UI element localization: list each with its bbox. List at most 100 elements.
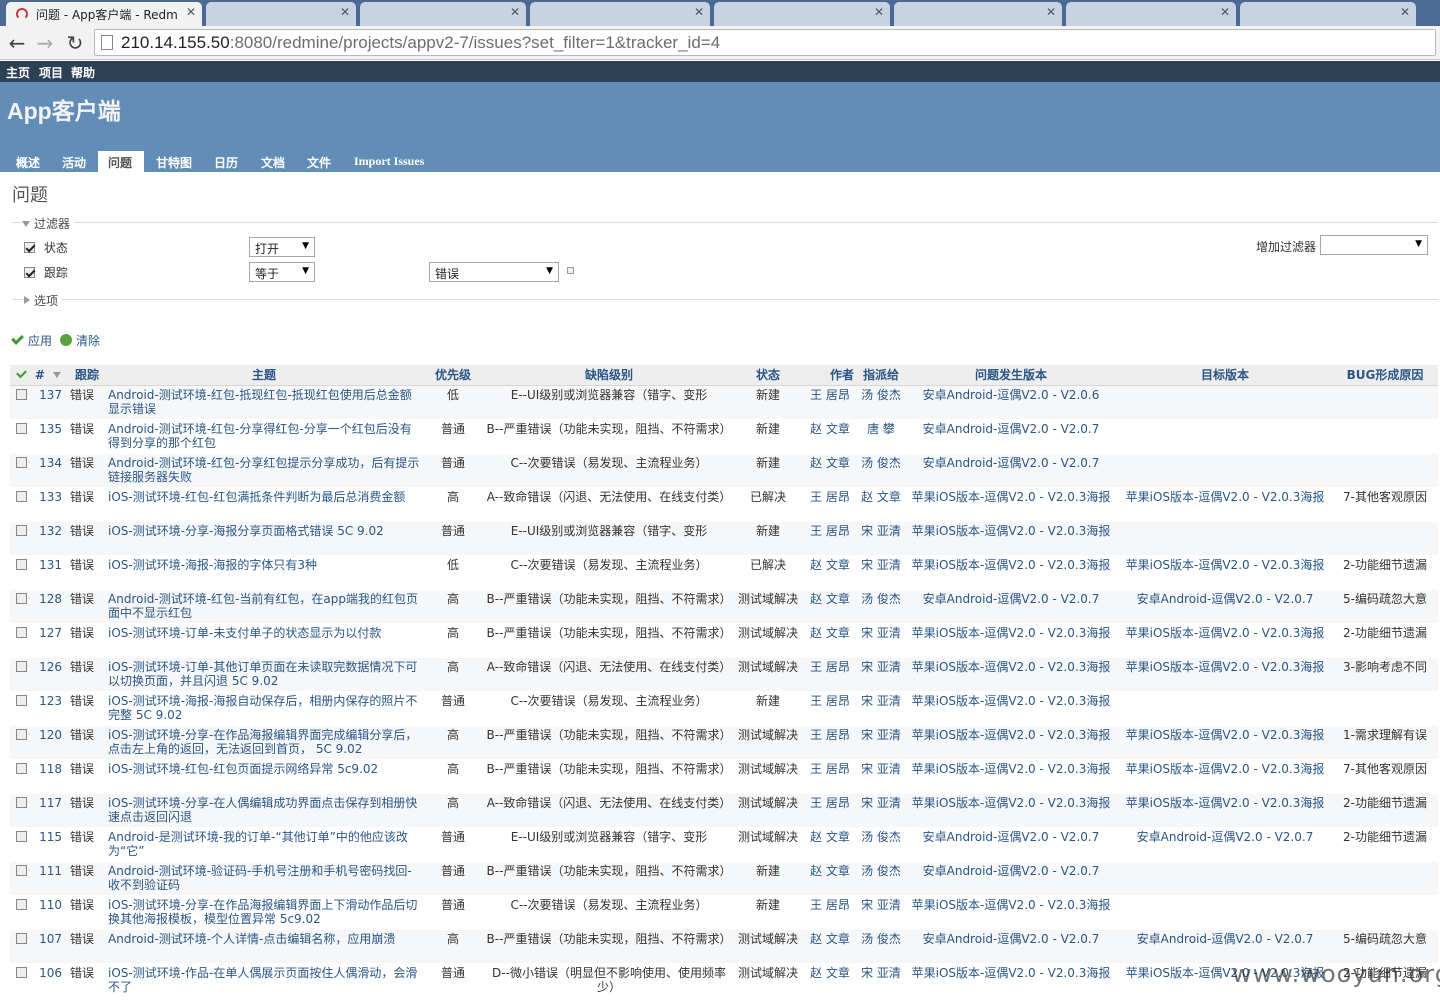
column-header-author[interactable]: 作者: [802, 365, 858, 386]
column-header-severity[interactable]: 缺陷级别: [484, 365, 734, 386]
issue-id-link[interactable]: 117: [32, 793, 68, 828]
table-row[interactable]: 132 错误 iOS-测试环境-分享-海报分享页面格式错误 5C 9.02 普通 E--…: [10, 521, 1438, 556]
issue-author-link[interactable]: 王 居昂: [802, 895, 858, 930]
issue-id-link[interactable]: 106: [32, 963, 68, 998]
issue-found-version-link[interactable]: 苹果iOS版本-逗偶V2.0 - V2.0.3海报: [904, 793, 1118, 828]
row-checkbox[interactable]: [10, 759, 32, 794]
issue-target-version-link[interactable]: [1118, 453, 1332, 488]
row-checkbox[interactable]: [10, 521, 32, 556]
issue-subject-link[interactable]: Android-测试环境-个人详情-点击编辑名称，应用崩溃: [106, 929, 422, 964]
issue-assignee-link[interactable]: 汤 俊杰: [858, 385, 904, 420]
row-checkbox[interactable]: [10, 385, 32, 420]
issue-subject-link[interactable]: iOS-测试环境-海报-海报自动保存后，相册内保存的照片不完整 5C 9.02: [106, 691, 422, 726]
issue-assignee-link[interactable]: 宋 亚清: [858, 963, 904, 998]
close-icon[interactable]: ✕: [1220, 5, 1230, 19]
table-row[interactable]: 134 错误 Android-测试环境-红包-分享红包提示分享成功，后有提示链接服务…: [10, 453, 1438, 488]
close-icon[interactable]: ✕: [874, 5, 884, 19]
close-icon[interactable]: ✕: [1046, 5, 1056, 19]
filter-tracker-checkbox[interactable]: [24, 267, 35, 278]
back-arrow-icon[interactable]: ←: [4, 30, 30, 56]
row-checkbox[interactable]: [10, 657, 32, 692]
table-row[interactable]: 128 错误 Android-测试环境-红包-当前有红包，在app端我的红包页面中不…: [10, 589, 1438, 624]
issue-found-version-link[interactable]: 安卓Android-逗偶V2.0 - V2.0.7: [904, 453, 1118, 488]
issue-target-version-link[interactable]: 苹果iOS版本-逗偶V2.0 - V2.0.3海报: [1118, 555, 1332, 590]
issue-target-version-link[interactable]: 安卓Android-逗偶V2.0 - V2.0.7: [1118, 589, 1332, 624]
issue-checkbox[interactable]: [15, 490, 27, 502]
close-icon[interactable]: ✕: [694, 5, 704, 19]
options-legend[interactable]: 选项: [24, 292, 63, 309]
issue-author-link[interactable]: 王 居昂: [802, 793, 858, 828]
top-menu-help[interactable]: 帮助: [71, 64, 95, 81]
row-checkbox[interactable]: [10, 419, 32, 454]
table-row[interactable]: 115 错误 Android-是测试环境-我的订单-“其他订单”中的他应该改为“它”…: [10, 827, 1438, 862]
table-row[interactable]: 133 错误 iOS-测试环境-红包-红包满抵条件判断为最后总消费金额高 A--致命错…: [10, 487, 1438, 522]
toggle-all-checkbox[interactable]: [10, 365, 32, 386]
issue-id-link[interactable]: 126: [32, 657, 68, 692]
issue-author-link[interactable]: 赵 文章: [802, 963, 858, 998]
issue-id-link[interactable]: 120: [32, 725, 68, 760]
tab-gantt[interactable]: 甘特图: [146, 151, 202, 172]
add-filter-select[interactable]: ▼: [1320, 235, 1428, 255]
issue-author-link[interactable]: 赵 文章: [802, 861, 858, 896]
issue-target-version-link[interactable]: 苹果iOS版本-逗偶V2.0 - V2.0.3海报: [1118, 759, 1332, 794]
issue-id-link[interactable]: 115: [32, 827, 68, 862]
issue-assignee-link[interactable]: 汤 俊杰: [858, 929, 904, 964]
issue-assignee-link[interactable]: 汤 俊杰: [858, 861, 904, 896]
table-row[interactable]: 131 错误 iOS-测试环境-海报-海报的字体只有3种低 C--次要错误（易发现、主…: [10, 555, 1438, 590]
top-menu-projects[interactable]: 项目: [39, 64, 63, 81]
table-row[interactable]: 110 错误 iOS-测试环境-分享-在作品海报编辑界面上下滑动作品后切换其他海报模…: [10, 895, 1438, 930]
issue-subject-link[interactable]: Android-测试环境-红包-抵现红包-抵现红包使用后总金额显示错误: [106, 385, 422, 420]
issue-checkbox[interactable]: [15, 592, 27, 604]
issue-assignee-link[interactable]: 宋 亚清: [858, 895, 904, 930]
issue-subject-link[interactable]: iOS-测试环境-作品-在单人偶展示页面按住人偶滑动，会滑不了: [106, 963, 422, 998]
issue-found-version-link[interactable]: 安卓Android-逗偶V2.0 - V2.0.6: [904, 385, 1118, 420]
issue-subject-link[interactable]: iOS-测试环境-红包-红包满抵条件判断为最后总消费金额: [106, 487, 422, 522]
row-checkbox[interactable]: [10, 861, 32, 896]
issue-found-version-link[interactable]: 苹果iOS版本-逗偶V2.0 - V2.0.3海报: [904, 555, 1118, 590]
tab-files[interactable]: 文件: [297, 151, 341, 172]
issue-found-version-link[interactable]: 安卓Android-逗偶V2.0 - V2.0.7: [904, 589, 1118, 624]
issue-checkbox[interactable]: [15, 388, 27, 400]
issue-checkbox[interactable]: [15, 660, 27, 672]
issue-found-version-link[interactable]: 苹果iOS版本-逗偶V2.0 - V2.0.3海报: [904, 895, 1118, 930]
issue-found-version-link[interactable]: 安卓Android-逗偶V2.0 - V2.0.7: [904, 861, 1118, 896]
row-checkbox[interactable]: [10, 589, 32, 624]
table-row[interactable]: 123 错误 iOS-测试环境-海报-海报自动保存后，相册内保存的照片不完整 5C …: [10, 691, 1438, 726]
issue-checkbox[interactable]: [15, 626, 27, 638]
issue-checkbox[interactable]: [15, 932, 27, 944]
issue-assignee-link[interactable]: 宋 亚清: [858, 691, 904, 726]
row-checkbox[interactable]: [10, 453, 32, 488]
issue-subject-link[interactable]: iOS-测试环境-分享-在作品海报编辑界面上下滑动作品后切换其他海报模板，模型位…: [106, 895, 422, 930]
issue-found-version-link[interactable]: 安卓Android-逗偶V2.0 - V2.0.7: [904, 419, 1118, 454]
issue-author-link[interactable]: 王 居昂: [802, 657, 858, 692]
issue-id-link[interactable]: 135: [32, 419, 68, 454]
issue-checkbox[interactable]: [15, 762, 27, 774]
issue-subject-link[interactable]: iOS-测试环境-分享-在人偶编辑成功界面点击保存到相册快速点击返回闪退: [106, 793, 422, 828]
issue-author-link[interactable]: 赵 文章: [802, 827, 858, 862]
forward-arrow-icon[interactable]: →: [32, 30, 58, 56]
issue-author-link[interactable]: 王 居昂: [802, 487, 858, 522]
issue-assignee-link[interactable]: 宋 亚清: [858, 657, 904, 692]
issue-checkbox[interactable]: [15, 898, 27, 910]
row-checkbox[interactable]: [10, 623, 32, 658]
issue-checkbox[interactable]: [15, 694, 27, 706]
column-header-priority[interactable]: 优先级: [422, 365, 484, 386]
browser-tab[interactable]: ✕: [894, 2, 1062, 26]
browser-tab[interactable]: ✕: [206, 2, 356, 26]
reload-icon[interactable]: ↻: [62, 30, 88, 56]
filters-legend[interactable]: 过滤器: [22, 215, 75, 232]
issue-assignee-link[interactable]: 赵 文章: [858, 487, 904, 522]
issue-author-link[interactable]: 赵 文章: [802, 929, 858, 964]
address-bar[interactable]: 210.14.155.50:8080/redmine/projects/appv…: [94, 29, 1436, 56]
issue-target-version-link[interactable]: 安卓Android-逗偶V2.0 - V2.0.7: [1118, 929, 1332, 964]
issue-id-link[interactable]: 133: [32, 487, 68, 522]
status-operator-select[interactable]: 打开 ▼: [249, 237, 315, 257]
issue-target-version-link[interactable]: 苹果iOS版本-逗偶V2.0 - V2.0.3海报: [1118, 657, 1332, 692]
column-header-status[interactable]: 状态: [734, 365, 802, 386]
issue-target-version-link[interactable]: 安卓Android-逗偶V2.0 - V2.0.7: [1118, 827, 1332, 862]
close-icon[interactable]: ✕: [510, 5, 520, 19]
tab-calendar[interactable]: 日历: [204, 151, 248, 172]
table-row[interactable]: 135 错误 Android-测试环境-红包-分享得红包-分享一个红包后没有得到分享…: [10, 419, 1438, 454]
browser-tab[interactable]: ✕: [530, 2, 710, 26]
issue-assignee-link[interactable]: 宋 亚清: [858, 793, 904, 828]
